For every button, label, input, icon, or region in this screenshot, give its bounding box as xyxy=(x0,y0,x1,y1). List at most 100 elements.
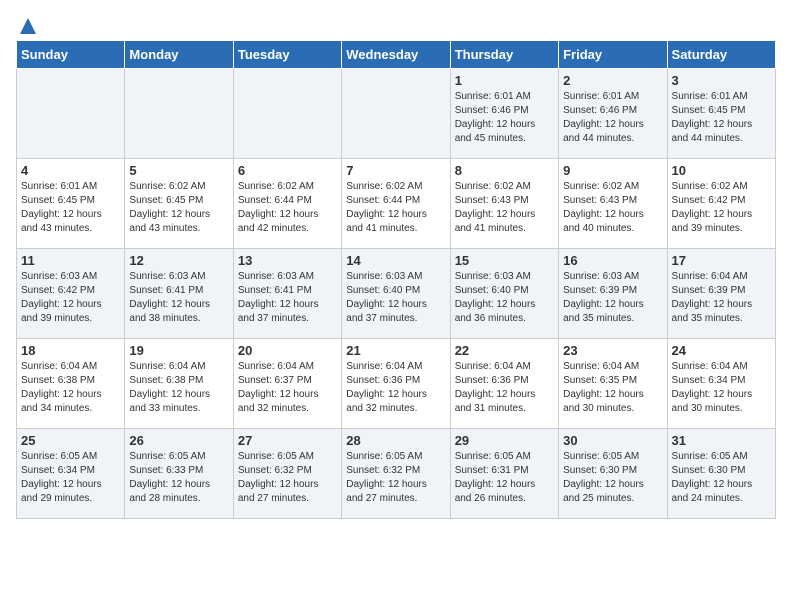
day-number: 28 xyxy=(346,433,445,448)
calendar-day-cell: 5 Sunrise: 6:02 AM Sunset: 6:45 PM Daylig… xyxy=(125,159,233,249)
calendar-day-cell: 22 Sunrise: 6:04 AM Sunset: 6:36 PM Dayli… xyxy=(450,339,558,429)
day-number: 16 xyxy=(563,253,662,268)
day-info: Sunrise: 6:05 AM Sunset: 6:32 PM Dayligh… xyxy=(238,450,337,506)
day-number: 3 xyxy=(672,73,771,88)
day-number: 13 xyxy=(238,253,337,268)
day-info: Sunrise: 6:05 AM Sunset: 6:32 PM Dayligh… xyxy=(346,450,445,506)
calendar-day-cell: 24 Sunrise: 6:04 AM Sunset: 6:34 PM Dayli… xyxy=(667,339,775,429)
calendar-week-row: 18 Sunrise: 6:04 AM Sunset: 6:38 PM Dayli… xyxy=(17,339,776,429)
day-number: 20 xyxy=(238,343,337,358)
calendar-day-cell: 30 Sunrise: 6:05 AM Sunset: 6:30 PM Dayli… xyxy=(559,429,667,519)
calendar-day-cell: 27Sunrise: 6:05 AM Sunset: 6:32 PM Dayli… xyxy=(233,429,341,519)
weekday-header-monday: Monday xyxy=(125,41,233,69)
day-info: Sunrise: 6:02 AM Sunset: 6:43 PM Dayligh… xyxy=(455,180,554,236)
logo-icon xyxy=(18,16,38,36)
day-info: Sunrise: 6:04 AM Sunset: 6:34 PM Dayligh… xyxy=(672,360,771,416)
calendar-day-cell: 25Sunrise: 6:05 AM Sunset: 6:34 PM Dayli… xyxy=(17,429,125,519)
day-number: 7 xyxy=(346,163,445,178)
calendar-week-row: 11 Sunrise: 6:03 AM Sunset: 6:42 PM Dayli… xyxy=(17,249,776,339)
day-number: 14 xyxy=(346,253,445,268)
day-info: Sunrise: 6:02 AM Sunset: 6:45 PM Dayligh… xyxy=(129,180,228,236)
calendar-day-cell: 10 Sunrise: 6:02 AM Sunset: 6:42 PM Dayli… xyxy=(667,159,775,249)
calendar-day-cell: 20 Sunrise: 6:04 AM Sunset: 6:37 PM Dayli… xyxy=(233,339,341,429)
day-number: 8 xyxy=(455,163,554,178)
calendar-day-cell: 28 Sunrise: 6:05 AM Sunset: 6:32 PM Dayli… xyxy=(342,429,450,519)
empty-cell xyxy=(342,69,450,159)
day-number: 6 xyxy=(238,163,337,178)
day-number: 26 xyxy=(129,433,228,448)
calendar-day-cell: 26 Sunrise: 6:05 AM Sunset: 6:33 PM Dayli… xyxy=(125,429,233,519)
day-info: Sunrise: 6:03 AM Sunset: 6:39 PM Dayligh… xyxy=(563,270,662,326)
calendar-day-cell: 8 Sunrise: 6:02 AM Sunset: 6:43 PM Daylig… xyxy=(450,159,558,249)
empty-cell xyxy=(233,69,341,159)
calendar-day-cell: 6 Sunrise: 6:02 AM Sunset: 6:44 PM Daylig… xyxy=(233,159,341,249)
day-info: Sunrise: 6:01 AM Sunset: 6:45 PM Dayligh… xyxy=(21,180,120,236)
day-info: Sunrise: 6:02 AM Sunset: 6:42 PM Dayligh… xyxy=(672,180,771,236)
calendar-day-cell: 23Sunrise: 6:04 AM Sunset: 6:35 PM Dayli… xyxy=(559,339,667,429)
calendar-table: SundayMondayTuesdayWednesdayThursdayFrid… xyxy=(16,40,776,519)
day-info: Sunrise: 6:04 AM Sunset: 6:38 PM Dayligh… xyxy=(21,360,120,416)
day-number: 11 xyxy=(21,253,120,268)
calendar-day-cell: 16 Sunrise: 6:03 AM Sunset: 6:39 PM Dayli… xyxy=(559,249,667,339)
weekday-header-row: SundayMondayTuesdayWednesdayThursdayFrid… xyxy=(17,41,776,69)
empty-cell xyxy=(17,69,125,159)
day-number: 24 xyxy=(672,343,771,358)
day-info: Sunrise: 6:03 AM Sunset: 6:42 PM Dayligh… xyxy=(21,270,120,326)
day-info: Sunrise: 6:05 AM Sunset: 6:30 PM Dayligh… xyxy=(563,450,662,506)
day-info: Sunrise: 6:01 AM Sunset: 6:45 PM Dayligh… xyxy=(672,90,771,146)
day-number: 21 xyxy=(346,343,445,358)
day-info: Sunrise: 6:03 AM Sunset: 6:41 PM Dayligh… xyxy=(129,270,228,326)
day-number: 19 xyxy=(129,343,228,358)
calendar-day-cell: 4Sunrise: 6:01 AM Sunset: 6:45 PM Daylig… xyxy=(17,159,125,249)
day-info: Sunrise: 6:01 AM Sunset: 6:46 PM Dayligh… xyxy=(563,90,662,146)
day-number: 9 xyxy=(563,163,662,178)
calendar-day-cell: 7 Sunrise: 6:02 AM Sunset: 6:44 PM Daylig… xyxy=(342,159,450,249)
calendar-day-cell: 11 Sunrise: 6:03 AM Sunset: 6:42 PM Dayli… xyxy=(17,249,125,339)
calendar-week-row: 4Sunrise: 6:01 AM Sunset: 6:45 PM Daylig… xyxy=(17,159,776,249)
day-info: Sunrise: 6:05 AM Sunset: 6:34 PM Dayligh… xyxy=(21,450,120,506)
calendar-day-cell: 13 Sunrise: 6:03 AM Sunset: 6:41 PM Dayli… xyxy=(233,249,341,339)
day-number: 17 xyxy=(672,253,771,268)
day-info: Sunrise: 6:02 AM Sunset: 6:44 PM Dayligh… xyxy=(346,180,445,236)
day-info: Sunrise: 6:03 AM Sunset: 6:41 PM Dayligh… xyxy=(238,270,337,326)
calendar-day-cell: 29 Sunrise: 6:05 AM Sunset: 6:31 PM Dayli… xyxy=(450,429,558,519)
page-header xyxy=(16,16,776,32)
day-number: 10 xyxy=(672,163,771,178)
day-number: 5 xyxy=(129,163,228,178)
day-number: 15 xyxy=(455,253,554,268)
weekday-header-saturday: Saturday xyxy=(667,41,775,69)
calendar-week-row: 1 Sunrise: 6:01 AM Sunset: 6:46 PM Daylig… xyxy=(17,69,776,159)
weekday-header-wednesday: Wednesday xyxy=(342,41,450,69)
weekday-header-friday: Friday xyxy=(559,41,667,69)
day-info: Sunrise: 6:04 AM Sunset: 6:36 PM Dayligh… xyxy=(455,360,554,416)
calendar-day-cell: 18 Sunrise: 6:04 AM Sunset: 6:38 PM Dayli… xyxy=(17,339,125,429)
calendar-day-cell: 21 Sunrise: 6:04 AM Sunset: 6:36 PM Dayli… xyxy=(342,339,450,429)
day-number: 22 xyxy=(455,343,554,358)
day-number: 18 xyxy=(21,343,120,358)
weekday-header-tuesday: Tuesday xyxy=(233,41,341,69)
calendar-day-cell: 17Sunrise: 6:04 AM Sunset: 6:39 PM Dayli… xyxy=(667,249,775,339)
weekday-header-thursday: Thursday xyxy=(450,41,558,69)
day-info: Sunrise: 6:05 AM Sunset: 6:31 PM Dayligh… xyxy=(455,450,554,506)
calendar-day-cell: 15 Sunrise: 6:03 AM Sunset: 6:40 PM Dayli… xyxy=(450,249,558,339)
day-number: 2 xyxy=(563,73,662,88)
day-info: Sunrise: 6:05 AM Sunset: 6:33 PM Dayligh… xyxy=(129,450,228,506)
day-info: Sunrise: 6:04 AM Sunset: 6:35 PM Dayligh… xyxy=(563,360,662,416)
day-number: 30 xyxy=(563,433,662,448)
day-info: Sunrise: 6:02 AM Sunset: 6:44 PM Dayligh… xyxy=(238,180,337,236)
calendar-day-cell: 1 Sunrise: 6:01 AM Sunset: 6:46 PM Daylig… xyxy=(450,69,558,159)
calendar-week-row: 25Sunrise: 6:05 AM Sunset: 6:34 PM Dayli… xyxy=(17,429,776,519)
day-number: 29 xyxy=(455,433,554,448)
day-info: Sunrise: 6:01 AM Sunset: 6:46 PM Dayligh… xyxy=(455,90,554,146)
calendar-day-cell: 12 Sunrise: 6:03 AM Sunset: 6:41 PM Dayli… xyxy=(125,249,233,339)
day-number: 12 xyxy=(129,253,228,268)
empty-cell xyxy=(125,69,233,159)
day-info: Sunrise: 6:03 AM Sunset: 6:40 PM Dayligh… xyxy=(455,270,554,326)
weekday-header-sunday: Sunday xyxy=(17,41,125,69)
day-number: 1 xyxy=(455,73,554,88)
day-info: Sunrise: 6:04 AM Sunset: 6:37 PM Dayligh… xyxy=(238,360,337,416)
calendar-day-cell: 19Sunrise: 6:04 AM Sunset: 6:38 PM Dayli… xyxy=(125,339,233,429)
calendar-day-cell: 9Sunrise: 6:02 AM Sunset: 6:43 PM Daylig… xyxy=(559,159,667,249)
day-info: Sunrise: 6:04 AM Sunset: 6:36 PM Dayligh… xyxy=(346,360,445,416)
day-info: Sunrise: 6:03 AM Sunset: 6:40 PM Dayligh… xyxy=(346,270,445,326)
